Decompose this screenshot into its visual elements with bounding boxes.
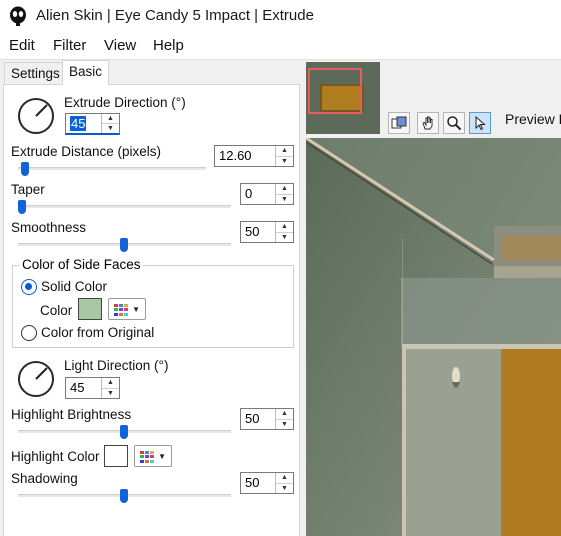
taper-slider[interactable] bbox=[18, 205, 231, 208]
zoom-tool[interactable] bbox=[443, 112, 465, 134]
menu-bar: Edit Filter View Help bbox=[0, 32, 561, 60]
chevron-down-icon: ▼ bbox=[132, 305, 140, 314]
compare-icon bbox=[391, 116, 407, 129]
highlight-color-label: Highlight Color bbox=[11, 449, 100, 464]
highlight-color-swatch[interactable] bbox=[104, 445, 128, 467]
compare-tool[interactable] bbox=[388, 112, 410, 134]
side-color-picker-button[interactable]: ▼ bbox=[108, 298, 146, 320]
smoothness-label: Smoothness bbox=[11, 220, 87, 235]
alien-skin-logo-icon bbox=[10, 6, 26, 26]
preview-label: Preview B bbox=[505, 111, 561, 127]
taper-label: Taper bbox=[11, 182, 45, 197]
color-grid-icon bbox=[114, 304, 128, 316]
extrude-direction-dial[interactable] bbox=[18, 98, 54, 134]
side-color-label: Color bbox=[40, 303, 73, 318]
spin-down-icon[interactable]: ▼ bbox=[276, 418, 293, 430]
shadowing-input[interactable]: 50 ▲ ▼ bbox=[240, 472, 294, 494]
shadowing-slider-thumb[interactable] bbox=[120, 489, 128, 503]
highlight-color-picker-button[interactable]: ▼ bbox=[134, 445, 172, 467]
preview-area: Preview B bbox=[304, 60, 561, 536]
taper-slider-thumb[interactable] bbox=[18, 200, 26, 214]
color-from-original-label[interactable]: Color from Original bbox=[41, 325, 154, 340]
arrow-select-tool[interactable] bbox=[469, 112, 491, 134]
preview-canvas[interactable] bbox=[306, 138, 561, 536]
extrude-distance-slider-thumb[interactable] bbox=[21, 162, 29, 176]
spin-up-icon[interactable]: ▲ bbox=[102, 114, 119, 123]
spin-down-icon[interactable]: ▼ bbox=[102, 123, 119, 133]
shadowing-label: Shadowing bbox=[11, 471, 78, 486]
highlight-brightness-input[interactable]: 50 ▲ ▼ bbox=[240, 408, 294, 430]
dial-needle-icon bbox=[35, 104, 48, 117]
spin-down-icon[interactable]: ▼ bbox=[276, 231, 293, 243]
basic-settings-panel: Extrude Direction (°) 45 ▲ ▼ Extrude Dist… bbox=[3, 84, 300, 536]
navigator-thumbnail[interactable] bbox=[306, 62, 380, 134]
spin-down-icon[interactable]: ▼ bbox=[276, 193, 293, 205]
zoom-icon bbox=[447, 116, 462, 131]
highlight-brightness-label: Highlight Brightness bbox=[11, 407, 132, 422]
hand-icon bbox=[422, 116, 433, 130]
highlight-brightness-slider-thumb[interactable] bbox=[120, 425, 128, 439]
spin-up-icon[interactable]: ▲ bbox=[276, 409, 293, 419]
color-grid-icon bbox=[140, 451, 154, 463]
arrow-select-icon bbox=[475, 115, 486, 131]
hand-tool[interactable] bbox=[417, 112, 439, 134]
window-title: Alien Skin | Eye Candy 5 Impact | Extrud… bbox=[36, 7, 314, 24]
menu-help[interactable]: Help bbox=[153, 37, 184, 54]
solid-color-label[interactable]: Solid Color bbox=[41, 279, 107, 294]
thumbnail-view-rect[interactable] bbox=[308, 68, 362, 114]
extrude-distance-label: Extrude Distance (pixels) bbox=[11, 144, 162, 159]
light-direction-dial[interactable] bbox=[18, 361, 54, 397]
spin-up-icon[interactable]: ▲ bbox=[276, 184, 293, 194]
spin-up-icon[interactable]: ▲ bbox=[276, 146, 293, 156]
light-direction-label: Light Direction (°) bbox=[64, 358, 169, 373]
spin-up-icon[interactable]: ▲ bbox=[276, 473, 293, 483]
tab-settings[interactable]: Settings bbox=[4, 62, 67, 85]
preview-image bbox=[306, 138, 561, 536]
title-bar: Alien Skin | Eye Candy 5 Impact | Extrud… bbox=[0, 0, 561, 32]
side-faces-group: Color of Side Faces Solid Color Color ▼ … bbox=[12, 257, 294, 348]
spin-up-icon[interactable]: ▲ bbox=[276, 222, 293, 232]
chevron-down-icon: ▼ bbox=[158, 452, 166, 461]
color-from-original-radio[interactable] bbox=[21, 325, 37, 341]
tab-strip: Settings Basic bbox=[0, 60, 300, 85]
spin-down-icon[interactable]: ▼ bbox=[102, 387, 119, 399]
side-faces-title: Color of Side Faces bbox=[20, 257, 143, 272]
light-direction-input[interactable]: 45 ▲ ▼ bbox=[65, 377, 120, 399]
taper-input[interactable]: 0 ▲ ▼ bbox=[240, 183, 294, 205]
smoothness-input[interactable]: 50 ▲ ▼ bbox=[240, 221, 294, 243]
menu-filter[interactable]: Filter bbox=[53, 37, 86, 54]
extrude-direction-label: Extrude Direction (°) bbox=[64, 95, 186, 110]
spin-down-icon[interactable]: ▼ bbox=[276, 482, 293, 494]
tab-basic[interactable]: Basic bbox=[62, 60, 110, 85]
solid-color-radio[interactable] bbox=[21, 279, 37, 295]
menu-view[interactable]: View bbox=[104, 37, 136, 54]
extrude-distance-input[interactable]: 12.60 ▲ ▼ bbox=[214, 145, 294, 167]
spin-down-icon[interactable]: ▼ bbox=[276, 155, 293, 167]
smoothness-slider-thumb[interactable] bbox=[120, 238, 128, 252]
side-color-swatch[interactable] bbox=[78, 298, 102, 320]
spin-up-icon[interactable]: ▲ bbox=[102, 378, 119, 388]
extrude-direction-input[interactable]: 45 ▲ ▼ bbox=[65, 113, 120, 135]
menu-edit[interactable]: Edit bbox=[9, 37, 35, 54]
dial-needle-icon bbox=[35, 367, 48, 380]
extrude-distance-slider[interactable] bbox=[18, 167, 206, 170]
